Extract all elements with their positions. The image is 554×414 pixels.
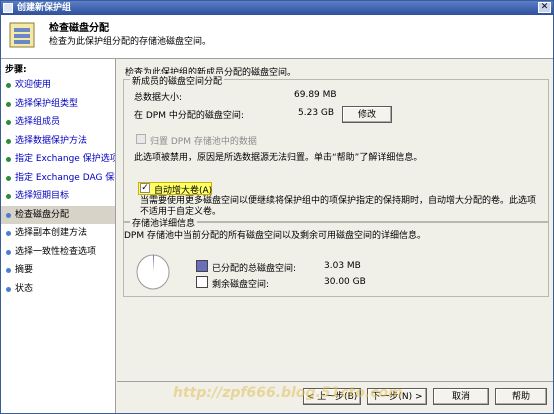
step-label: 选择短期目标 [15,191,70,201]
step-label: 欢迎使用 [15,80,52,90]
allocated-label: 已分配的总磁盘空间: [212,264,297,274]
wizard-header: 检查磁盘分配 检查为此保护组分配的存储池磁盘空间。 [1,15,553,59]
steps-panel: 步骤: 欢迎使用 选择保护组类型 选择组成员 选择数据保护方法 指定 Excha… [1,59,116,413]
help-button[interactable]: 帮助 [495,388,547,405]
step-label: 选择一致性检查选项 [15,246,97,257]
step-done-icon [6,83,11,88]
total-data-size-value: 69.89 MB [294,90,337,100]
close-icon: ✕ [540,2,549,12]
free-swatch [196,276,208,288]
wizard-window: 创建新保护组 ✕ 检查磁盘分配 检查为此保护组分配的存储池磁盘空间。 步骤: 欢… [0,0,554,414]
step-pending-icon [6,249,11,255]
step-label: 状态 [15,283,34,294]
free-value: 30.00 GB [324,277,366,287]
steps-list: 欢迎使用 选择保护组类型 选择组成员 选择数据保护方法 指定 Exchange … [1,76,115,298]
step-label: 选择数据保护方法 [15,135,88,146]
page-subtitle: 检查为此保护组分配的存储池磁盘空间。 [49,37,212,47]
step-select-group-type[interactable]: 选择保护组类型 [1,95,115,114]
storage-pool-group: 存储池详细信息 DPM 存储池中当前分配的所有磁盘空间以及剩余可用磁盘空间的详细… [123,216,549,297]
step-current-icon [6,212,11,218]
dpm-allocated-value: 5.23 GB [298,108,335,118]
new-members-legend: 新成员的磁盘空间分配 [130,74,225,87]
step-done-icon [6,194,11,199]
step-pending-icon [6,231,11,236]
step-label: 选择副本创建方法 [15,228,88,238]
step-select-members[interactable]: 选择组成员 [1,113,115,132]
step-review-disk-allocation[interactable]: 检查磁盘分配 [1,205,115,224]
total-data-size-label: 总数据大小: [134,93,183,103]
autogrow-label: 自动增大卷(A) [154,186,213,196]
storage-pie-chart [136,254,170,290]
wizard-footer: < 上一步(B) 下一步(N) > 取消 帮助 [117,381,553,414]
checkmark-icon: ✓ [141,183,149,193]
steps-heading: 步骤: [5,65,27,75]
step-label: 摘要 [15,265,34,275]
step-done-icon [6,175,11,181]
step-label: 选择组成员 [15,117,61,127]
cancel-button[interactable]: 取消 [433,388,489,405]
colocate-checkbox [136,134,146,144]
step-pending-icon [6,286,11,292]
step-summary: 摘要 [1,261,115,280]
step-done-icon [6,157,11,162]
page-title: 检查磁盘分配 [49,23,109,34]
allocated-swatch [196,260,208,272]
main-content: 检查为此保护组的新成员分配的磁盘空间。 新成员的磁盘空间分配 总数据大小: 69… [117,59,553,379]
window-title: 创建新保护组 [17,3,72,13]
step-exchange-options[interactable]: 指定 Exchange 保护选项 [1,150,115,169]
allocated-value: 3.03 MB [324,261,361,271]
protection-group-icon [9,22,35,48]
storage-pool-description: DPM 存储池中当前分配的所有磁盘空间以及剩余可用磁盘空间的详细信息。 [124,231,426,241]
close-button[interactable]: ✕ [538,2,551,13]
step-done-icon [6,120,11,125]
step-status: 状态 [1,280,115,299]
app-icon [3,3,13,13]
autogrow-checkbox[interactable]: ✓ [140,183,150,193]
modify-button[interactable]: 修改 [342,106,392,123]
step-done-icon [6,101,11,107]
step-replica-creation: 选择副本创建方法 [1,224,115,243]
step-protection-method[interactable]: 选择数据保护方法 [1,132,115,151]
step-pending-icon [6,268,11,273]
step-label: 指定 Exchange 保护选项 [15,154,115,164]
colocate-disabled-note: 此选项被禁用，原因是所选数据源无法归置。单击“帮助”了解详细信息。 [134,153,423,163]
step-done-icon [6,138,11,144]
step-label: 选择保护组类型 [15,98,79,109]
dpm-allocated-label: 在 DPM 中分配的磁盘空间: [134,111,244,121]
colocate-label: 归置 DPM 存储池中的数据 [150,137,257,147]
free-label: 剩余磁盘空间: [212,280,270,290]
step-consistency-check: 选择一致性检查选项 [1,243,115,262]
step-exchange-dag[interactable]: 指定 Exchange DAG 保护 [1,169,115,188]
step-welcome[interactable]: 欢迎使用 [1,76,115,95]
title-bar: 创建新保护组 ✕ [1,1,553,15]
back-button[interactable]: < 上一步(B) [303,388,361,405]
step-label: 检查磁盘分配 [15,209,70,220]
autogrow-description: 当需要使用更多磁盘空间以便继续将保护组中的项保护指定的保持期时，自动增大分配的卷… [140,196,537,217]
new-members-group: 新成员的磁盘空间分配 总数据大小: 69.89 MB 在 DPM 中分配的磁盘空… [123,74,549,223]
step-label: 指定 Exchange DAG 保护 [15,172,115,183]
next-button[interactable]: 下一步(N) > [367,388,427,405]
step-short-term-goals[interactable]: 选择短期目标 [1,187,115,206]
